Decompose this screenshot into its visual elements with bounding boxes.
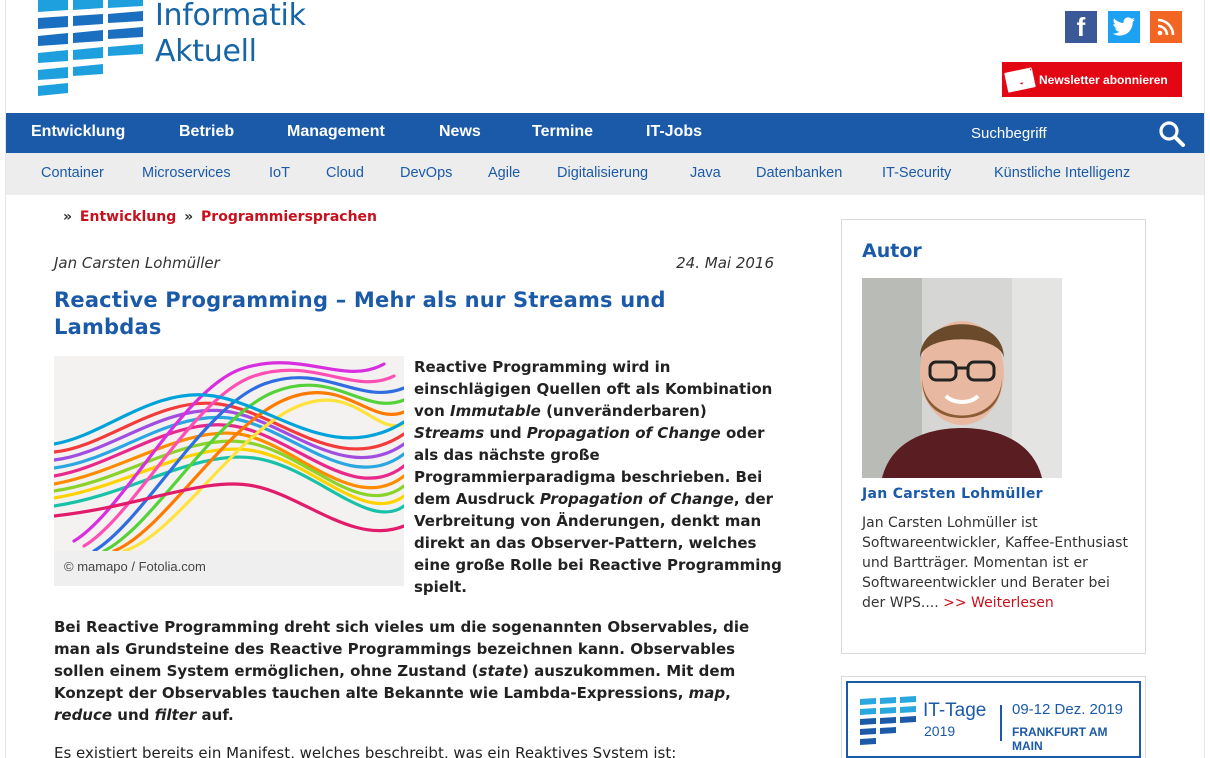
image-credit: © mamapo / Fotolia.com <box>64 559 206 574</box>
it-tage-banner[interactable]: IT-Tage 2019 09-12 Dez. 2019 FRANKFURT A… <box>841 676 1146 758</box>
site-name: Informatik Aktuell <box>155 0 306 70</box>
topic-iot[interactable]: IoT <box>269 153 290 193</box>
article-date: 24. Mai 2016 <box>676 254 774 272</box>
topic-it-security[interactable]: IT-Security <box>882 153 951 193</box>
banner-event-dates: 09-12 Dez. 2019 <box>1012 701 1123 718</box>
article-author: Jan Carsten Lohmüller <box>54 254 220 272</box>
twitter-icon <box>1112 17 1135 36</box>
article-paragraph: Es existiert bereits ein Manifest, welch… <box>54 744 677 758</box>
read-more-link[interactable]: >> Weiterlesen <box>943 595 1054 611</box>
topic-container[interactable]: Container <box>41 153 104 193</box>
banner-frame: IT-Tage 2019 09-12 Dez. 2019 FRANKFURT A… <box>846 681 1141 758</box>
banner-divider <box>1000 705 1002 741</box>
topic-microservices[interactable]: Microservices <box>142 153 231 193</box>
nav-item-betrieb[interactable]: Betrieb <box>179 113 234 153</box>
main-navigation: Entwicklung Betrieb Management News Term… <box>6 113 1204 153</box>
article-image: © mamapo / Fotolia.com <box>54 356 404 586</box>
facebook-icon: f <box>1076 12 1086 42</box>
site-name-line2: Aktuell <box>155 34 257 69</box>
breadcrumb-link-entwicklung[interactable]: Entwicklung <box>80 209 176 225</box>
author-bio: Jan Carsten Lohmüller ist Softwareentwic… <box>862 515 1128 611</box>
site-logo[interactable]: Informatik Aktuell <box>33 0 323 100</box>
twitter-button[interactable] <box>1108 11 1140 43</box>
topic-devops[interactable]: DevOps <box>400 153 452 193</box>
topic-agile[interactable]: Agile <box>488 153 520 193</box>
nav-item-news[interactable]: News <box>439 113 481 153</box>
newsletter-label: Newsletter abonnieren <box>1039 72 1168 87</box>
topic-datenbanken[interactable]: Datenbanken <box>756 153 842 193</box>
newsletter-subscribe-button[interactable]: Newsletter abonnieren <box>1002 62 1182 97</box>
topic-navigation: Container Microservices IoT Cloud DevOps… <box>6 153 1204 195</box>
author-name-link[interactable]: Jan Carsten Lohmüller <box>862 486 1043 502</box>
facebook-button[interactable]: f <box>1065 11 1097 43</box>
breadcrumb-link-programmiersprachen[interactable]: Programmiersprachen <box>201 209 377 225</box>
colorful-cables-image <box>54 356 404 551</box>
search-icon[interactable] <box>1158 120 1186 148</box>
topic-java[interactable]: Java <box>690 153 721 193</box>
banner-event-name: IT-Tage <box>923 700 987 721</box>
banner-event-city: FRANKFURT AM MAIN <box>1012 725 1108 753</box>
breadcrumb: » Entwicklung » Programmiersprachen <box>60 209 377 225</box>
article-paragraph: Bei Reactive Programming dreht sich viel… <box>54 618 750 724</box>
article-title: Reactive Programming – Mehr als nur Stre… <box>54 288 666 339</box>
article-intro: Reactive Programming wird in einschlägig… <box>414 358 782 596</box>
rss-button[interactable] <box>1150 11 1182 43</box>
logo-mark-icon <box>38 0 143 96</box>
topic-digitalisierung[interactable]: Digitalisierung <box>557 153 648 193</box>
topic-cloud[interactable]: Cloud <box>326 153 364 193</box>
banner-event-year: 2019 <box>924 723 956 739</box>
topic-kuenstliche-intelligenz[interactable]: Künstliche Intelligenz <box>994 153 1130 193</box>
author-box-heading: Autor <box>862 240 922 262</box>
author-box: Autor Jan Carsten Lohmüller Jan Carsten … <box>841 219 1146 654</box>
search-input[interactable]: Suchbegriff <box>971 113 1047 155</box>
nav-item-it-jobs[interactable]: IT-Jobs <box>646 113 702 153</box>
author-photo <box>862 278 1062 478</box>
breadcrumb-separator: » <box>184 209 194 225</box>
it-tage-logo-icon <box>860 696 916 745</box>
nav-item-entwicklung[interactable]: Entwicklung <box>31 113 125 153</box>
breadcrumb-separator: » <box>63 209 73 225</box>
rss-icon <box>1157 18 1175 36</box>
nav-item-termine[interactable]: Termine <box>532 113 593 153</box>
nav-item-management[interactable]: Management <box>287 113 385 153</box>
envelope-icon <box>1004 66 1036 93</box>
page: Informatik Aktuell f Newsletter abonnier… <box>5 0 1205 758</box>
site-name-line1: Informatik <box>155 0 306 33</box>
author-portrait-image <box>862 278 1062 478</box>
